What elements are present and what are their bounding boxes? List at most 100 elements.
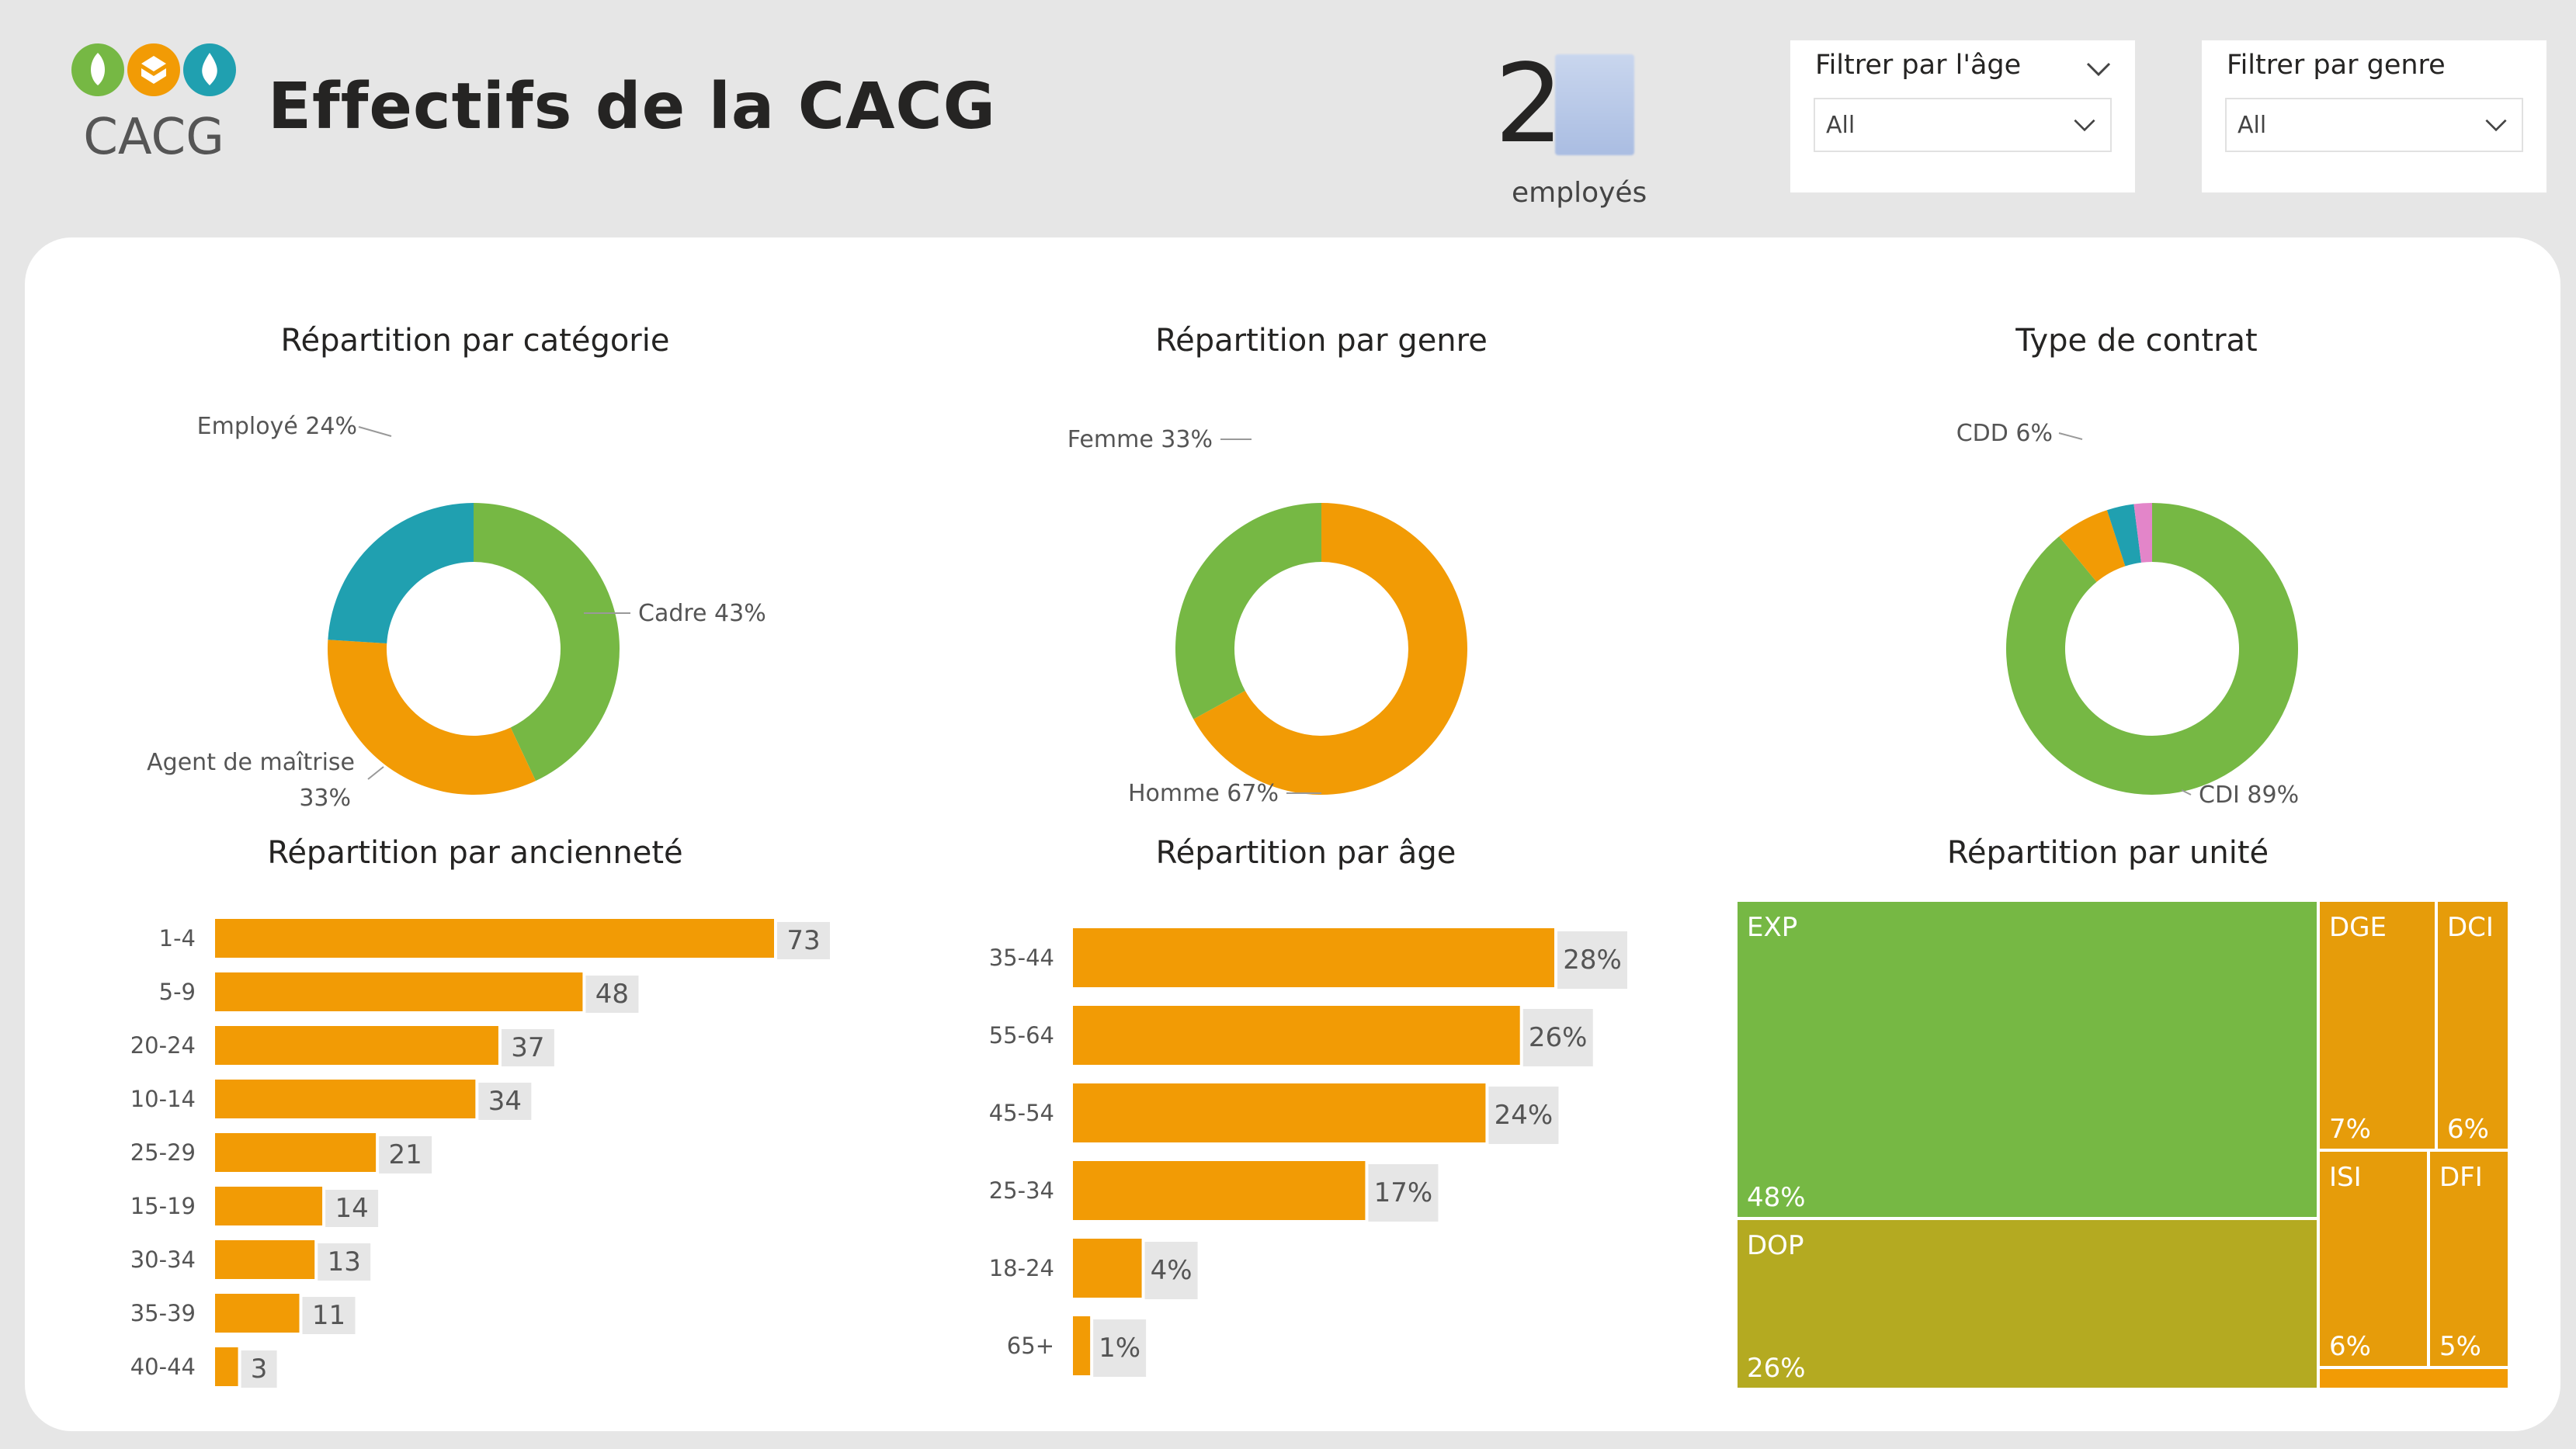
category-label: 25-34 [989, 1177, 1054, 1204]
redacted-value [1555, 54, 1634, 155]
category-label: 10-14 [130, 1086, 196, 1112]
seniority-bar-chart: 1-4 73 5-9 48 20-24 37 10-14 34 25-29 21 15-19 14 30… [130, 919, 830, 1388]
data-label: 21 [388, 1139, 422, 1170]
age-bar-chart: 35-44 28% 55-64 26% 45-54 24% 25-34 17% 18-24 4% 6… [989, 928, 1627, 1377]
data-label: 11 [312, 1300, 345, 1331]
page-title: Effectifs de la CACG [268, 70, 996, 144]
treemap-value: 26% [1747, 1353, 1806, 1384]
category-label: 40-44 [130, 1354, 196, 1380]
category-label: 30-34 [130, 1246, 196, 1273]
bar [215, 919, 774, 958]
bar [215, 1080, 476, 1118]
slice-label: Femme 33% [1068, 426, 1213, 453]
gender-filter-value: All [2238, 112, 2267, 139]
leader-line [367, 766, 384, 780]
logo-text: CACG [83, 109, 224, 166]
data-label: 14 [335, 1193, 368, 1224]
employee-count-value: 2 [1495, 41, 1564, 168]
category-label: 18-24 [989, 1255, 1054, 1281]
data-label: 26% [1529, 1022, 1588, 1053]
bar [1073, 1316, 1091, 1375]
category-label: 25-29 [130, 1139, 196, 1166]
category-label: 35-44 [989, 945, 1054, 971]
treemap-label: DCI [2447, 912, 2494, 943]
age-filter-value: All [1826, 112, 1856, 139]
gender-filter-title: Filtrer par genre [2227, 50, 2446, 81]
bar [1073, 1083, 1486, 1142]
bar [215, 1294, 300, 1333]
bar [1073, 1239, 1142, 1298]
data-label: 48 [595, 979, 629, 1010]
data-label: 1% [1099, 1333, 1140, 1364]
category-label: 20-24 [130, 1032, 196, 1059]
employee-count-label: employés [1512, 177, 1647, 209]
data-label: 24% [1495, 1100, 1554, 1131]
gender-filter-slicer: Filtrer par genre All [2202, 40, 2546, 192]
chevron-down-icon [2074, 119, 2095, 132]
category-label: 35-39 [130, 1300, 196, 1326]
category-label: 55-64 [989, 1022, 1054, 1049]
data-label: 28% [1563, 945, 1622, 976]
data-label: 17% [1374, 1177, 1433, 1208]
category-label: 15-19 [130, 1193, 196, 1219]
leader-line [358, 426, 392, 437]
treemap-tile [1738, 1220, 2317, 1388]
category-label: 1-4 [159, 925, 196, 952]
age-bar-visual[interactable]: Répartition par âge 35-44 28% 55-64 26% 45-5… [918, 835, 1694, 1425]
treemap-label: DOP [1747, 1230, 1804, 1261]
data-label: 73 [786, 925, 820, 956]
bar [215, 1187, 323, 1225]
bar [215, 1240, 315, 1279]
slice-label: CDD 6% [1956, 420, 2053, 447]
unit-treemap-chart: EXP 48% DOP 26% DGE 7% DCI 6% ISI 6% DFI 5% [1738, 902, 2508, 1388]
slice-label: Employé 24% [197, 413, 357, 440]
data-label: 37 [511, 1032, 544, 1063]
seniority-bar-visual[interactable]: Répartition par ancienneté 1-4 73 5-9 48 20-… [87, 835, 863, 1425]
slice-label: 33% [299, 785, 351, 812]
bar [1073, 1006, 1520, 1065]
treemap-label: ISI [2329, 1162, 2362, 1193]
age-filter-slicer: Filtrer par l'âge All [1790, 40, 2135, 192]
slice-label: CDI 89% [2199, 782, 2299, 809]
donut-slice [327, 640, 536, 795]
donut-slice [1175, 503, 1321, 719]
leader-line [2058, 432, 2083, 440]
slice-label: Cadre 43% [638, 600, 766, 627]
donut-slice [328, 503, 474, 643]
treemap-tile [2320, 1369, 2508, 1388]
treemap-value: 5% [2439, 1331, 2481, 1362]
bar [1073, 1161, 1366, 1220]
chevron-down-icon[interactable] [2082, 54, 2115, 85]
chevron-down-icon [2485, 119, 2507, 132]
treemap-label: EXP [1747, 912, 1797, 943]
gender-filter-dropdown[interactable]: All [2225, 98, 2523, 152]
treemap-value: 48% [1747, 1182, 1806, 1213]
data-label: 4% [1151, 1255, 1193, 1286]
slice-label: Homme 67% [1128, 780, 1279, 807]
treemap-tile [1738, 902, 2317, 1217]
treemap-value: 6% [2329, 1331, 2371, 1362]
leader-line [2181, 789, 2192, 796]
treemap-value: 6% [2447, 1114, 2489, 1145]
bar [1073, 928, 1554, 987]
slice-label: Agent de maîtrise [147, 749, 355, 776]
age-filter-dropdown[interactable]: All [1814, 98, 2112, 152]
report-canvas: Répartition par catégorie Cadre 43% Agent… [25, 237, 2560, 1431]
treemap-label: DFI [2439, 1162, 2483, 1193]
age-filter-title: Filtrer par l'âge [1815, 50, 2022, 81]
category-label: 5-9 [159, 979, 196, 1005]
cacg-logo: CACG [71, 43, 236, 166]
category-label: 45-54 [989, 1100, 1054, 1126]
bar [215, 1133, 377, 1172]
data-label: 3 [251, 1354, 268, 1385]
treemap-label: DGE [2329, 912, 2387, 943]
category-label: 65+ [1007, 1333, 1054, 1359]
bar [215, 972, 583, 1011]
data-label: 34 [488, 1086, 522, 1117]
unit-treemap-visual[interactable]: Répartition par unité EXP 48% DOP 26% DGE 7% D… [1708, 835, 2508, 1425]
bar [215, 1026, 498, 1065]
bar [215, 1347, 238, 1386]
data-label: 13 [328, 1246, 361, 1277]
employee-count-card: 2 employés [1487, 47, 1689, 210]
treemap-value: 7% [2329, 1114, 2371, 1145]
